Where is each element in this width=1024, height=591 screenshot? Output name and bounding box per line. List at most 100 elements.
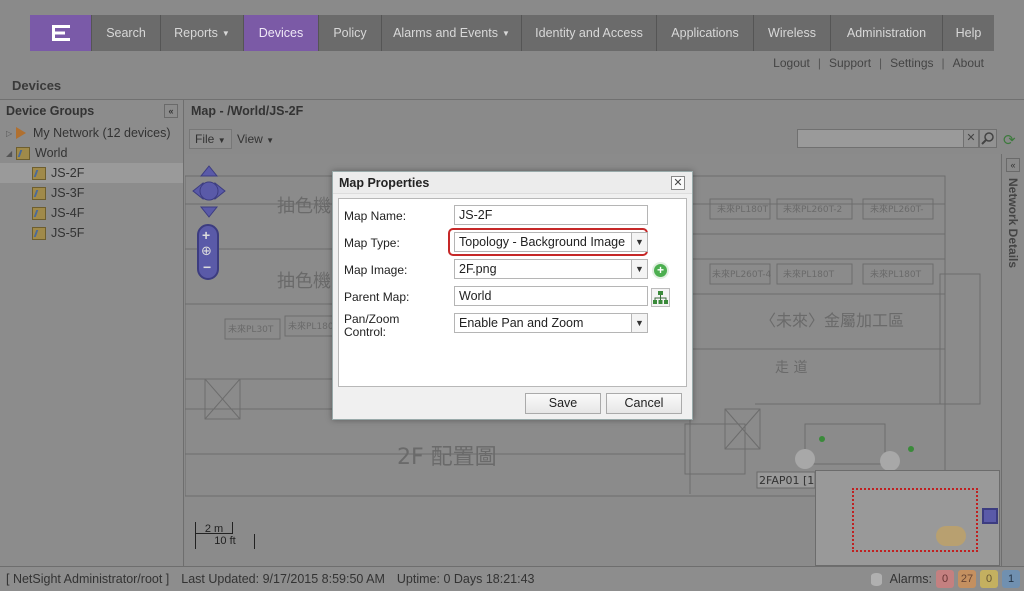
- database-icon: [870, 572, 882, 586]
- alarm-critical-badge[interactable]: 0: [936, 570, 954, 588]
- zoom-out-icon[interactable]: −: [203, 259, 211, 275]
- network-details-title: Network Details: [1006, 178, 1020, 269]
- map-type-select[interactable]: Topology - Background Image ▼: [454, 232, 648, 252]
- alarm-error-badge[interactable]: 27: [958, 570, 976, 588]
- globe-icon[interactable]: ⊕: [201, 243, 212, 259]
- map-icon: [32, 206, 46, 220]
- tree-label: JS-5F: [51, 226, 85, 240]
- zoom-in-icon[interactable]: +: [202, 227, 210, 243]
- nav-help[interactable]: Help: [942, 15, 994, 51]
- tree-item-world[interactable]: ◢ World: [0, 143, 183, 163]
- search-icon[interactable]: [979, 129, 997, 148]
- map-name-field[interactable]: JS-2F: [454, 205, 648, 225]
- parent-map-field[interactable]: World: [454, 286, 648, 306]
- collapse-left-icon[interactable]: «: [164, 104, 178, 118]
- alarm-warning-badge[interactable]: 0: [980, 570, 998, 588]
- dialog-title: Map Properties: [339, 176, 430, 190]
- chevron-down-icon[interactable]: ▼: [631, 260, 647, 278]
- nav-label: Reports: [174, 26, 218, 40]
- expand-right-icon[interactable]: «: [1006, 158, 1020, 172]
- nav-label: Applications: [671, 26, 739, 40]
- tree-label: JS-4F: [51, 206, 85, 220]
- svg-text:未來PL260T-2: 未來PL260T-2: [783, 203, 842, 215]
- caret-down-icon: ▼: [221, 28, 230, 38]
- nav-devices[interactable]: Devices: [243, 15, 318, 51]
- map-properties-dialog: Map Properties ✕ Map Name: JS-2F Map Typ…: [332, 171, 693, 420]
- view-menu[interactable]: View ▼: [231, 129, 280, 149]
- about-link[interactable]: About: [953, 56, 984, 70]
- svg-text:未來PL180T: 未來PL180T: [717, 203, 769, 215]
- add-icon[interactable]: +: [652, 262, 669, 279]
- panel-header: Device Groups «: [0, 100, 183, 123]
- logout-link[interactable]: Logout: [773, 56, 810, 70]
- pan-zoom-label-line2: Control:: [344, 325, 387, 339]
- support-link[interactable]: Support: [829, 56, 871, 70]
- map-icon: [32, 226, 46, 240]
- floorplan-left-label: 抽色機: [277, 196, 331, 217]
- alarm-info-badge[interactable]: 1: [1002, 570, 1020, 588]
- nav-reports[interactable]: Reports ▼: [160, 15, 243, 51]
- nav-label: Search: [106, 26, 146, 40]
- tree-item-js-4f[interactable]: JS-4F: [0, 203, 183, 223]
- nav-alarms-events[interactable]: Alarms and Events ▼: [381, 15, 521, 51]
- nav-label: Administration: [846, 26, 927, 40]
- map-icon: [32, 186, 46, 200]
- cancel-button[interactable]: Cancel: [606, 393, 682, 414]
- save-button[interactable]: Save: [525, 393, 601, 414]
- map-image-label: Map Image:: [344, 263, 408, 277]
- uptime: Uptime: 0 Days 18:21:43: [396, 572, 535, 586]
- nav-search[interactable]: Search: [91, 15, 160, 51]
- page-title: Devices: [12, 78, 62, 93]
- caret-down-icon: ▼: [502, 28, 510, 38]
- nav-administration[interactable]: Administration: [830, 15, 942, 51]
- clear-search-icon[interactable]: ✕: [963, 129, 979, 148]
- tree-item-js-2f[interactable]: JS-2F: [0, 163, 183, 183]
- map-search-input[interactable]: [797, 129, 965, 148]
- overview-marker: [936, 526, 966, 546]
- map-name-label: Map Name:: [344, 209, 407, 223]
- overview-toggle-icon[interactable]: [982, 508, 998, 524]
- map-image-select[interactable]: 2F.png ▼: [454, 259, 648, 279]
- expand-icon[interactable]: ▷: [6, 129, 16, 138]
- collapse-icon[interactable]: ◢: [6, 149, 16, 158]
- main-nav: Search Reports ▼ Devices Policy Alarms an…: [30, 15, 994, 51]
- tree-browse-icon[interactable]: [651, 288, 670, 307]
- device-label: 2FAP01 [1: [759, 474, 814, 487]
- dialog-titlebar: Map Properties ✕: [333, 172, 692, 194]
- svg-text:未來PL180T: 未來PL180T: [783, 268, 835, 280]
- tree-item-js-3f[interactable]: JS-3F: [0, 183, 183, 203]
- settings-link[interactable]: Settings: [890, 56, 933, 70]
- current-user: [ NetSight Administrator/root ]: [6, 572, 170, 586]
- map-icon: [32, 166, 46, 180]
- nav-wireless[interactable]: Wireless: [753, 15, 830, 51]
- map-toolbar: File ▼ View ▼ ✕ ⟳: [185, 124, 1024, 154]
- chevron-down-icon[interactable]: ▼: [631, 233, 647, 251]
- caret-down-icon: ▼: [266, 136, 275, 145]
- nav-policy[interactable]: Policy: [318, 15, 381, 51]
- refresh-icon[interactable]: ⟳: [1003, 131, 1016, 149]
- nav-label: Devices: [258, 26, 304, 40]
- parent-map-label: Parent Map:: [344, 290, 410, 304]
- network-icon: [16, 127, 26, 139]
- file-menu-label: File: [195, 132, 215, 146]
- tree-item-js-5f[interactable]: JS-5F: [0, 223, 183, 243]
- nav-identity-access[interactable]: Identity and Access: [521, 15, 656, 51]
- nav-label: Help: [955, 26, 982, 40]
- map-type-label: Map Type:: [344, 236, 400, 250]
- file-menu[interactable]: File ▼: [189, 129, 232, 149]
- logo[interactable]: [30, 15, 91, 51]
- network-details-panel[interactable]: « Network Details: [1001, 154, 1024, 566]
- map-image-value: 2F.png: [459, 262, 497, 276]
- map-overview[interactable]: [815, 470, 1000, 566]
- close-icon[interactable]: ✕: [671, 176, 685, 190]
- tree-label: World: [35, 146, 68, 160]
- tree-item-my-network[interactable]: ▷ My Network (12 devices): [0, 123, 183, 143]
- device-groups-panel: Device Groups « ▷ My Network (12 devices…: [0, 100, 184, 566]
- alarms-label: Alarms:: [889, 572, 932, 586]
- alarms-summary: Alarms: 0 27 0 1: [870, 570, 1020, 588]
- pan-control[interactable]: [191, 164, 227, 219]
- chevron-down-icon[interactable]: ▼: [631, 314, 647, 332]
- nav-applications[interactable]: Applications: [656, 15, 753, 51]
- pan-zoom-select[interactable]: Enable Pan and Zoom ▼: [454, 313, 648, 333]
- svg-text:未來PL30T: 未來PL30T: [228, 323, 274, 335]
